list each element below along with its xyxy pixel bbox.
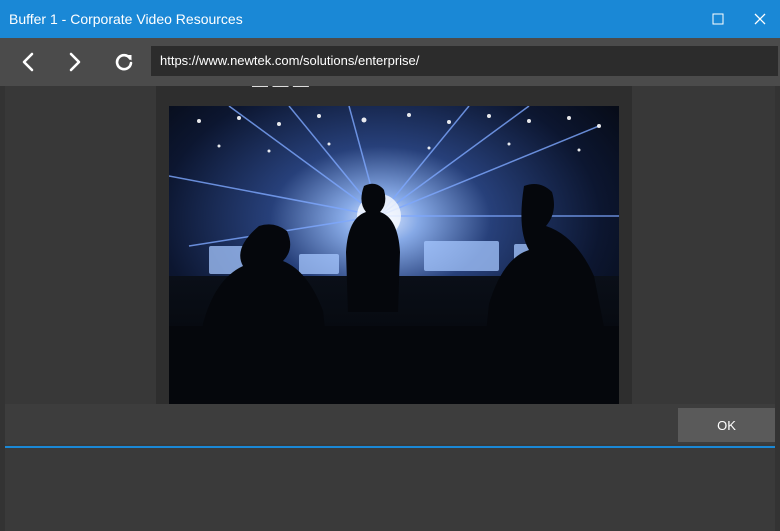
dialog-button-bar <box>5 404 775 444</box>
chevron-right-icon <box>69 52 81 72</box>
close-button[interactable] <box>740 0 780 38</box>
chevron-left-icon <box>22 52 34 72</box>
forward-button[interactable] <box>60 47 90 77</box>
back-button[interactable] <box>13 47 43 77</box>
maximize-icon <box>712 13 724 25</box>
close-icon <box>754 13 766 25</box>
window-title: Buffer 1 - Corporate Video Resources <box>9 11 243 27</box>
hero-image <box>169 106 619 404</box>
reload-button[interactable] <box>109 47 139 77</box>
address-bar-input[interactable]: https://www.newtek.com/solutions/enterpr… <box>151 46 778 76</box>
reload-icon <box>115 53 133 71</box>
maximize-button[interactable] <box>698 0 738 38</box>
title-bar: Buffer 1 - Corporate Video Resources <box>0 0 780 38</box>
window-frame-right <box>775 38 780 531</box>
page-heading-clipped: ▬ ▬ ▬ <box>252 86 309 92</box>
lower-panel <box>5 448 775 531</box>
ok-button[interactable]: OK <box>678 408 775 442</box>
